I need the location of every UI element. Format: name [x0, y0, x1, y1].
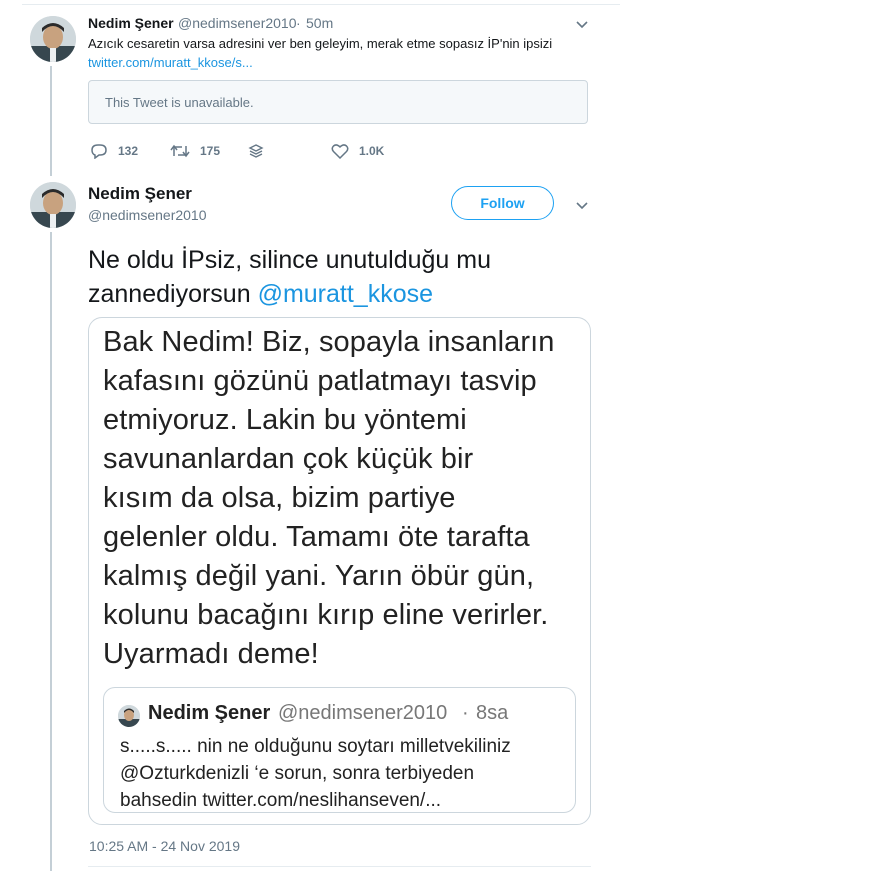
- mention-link[interactable]: @muratt_kkose: [258, 280, 433, 308]
- tweet-link[interactable]: twitter.com/muratt_kkose/s...: [88, 55, 253, 70]
- media-text-line: kafasını gözünü patlatmayı tasvip: [103, 365, 537, 397]
- chevron-down-icon[interactable]: [574, 198, 590, 214]
- retweet-count: 175: [200, 144, 221, 158]
- author-name[interactable]: Nedim Şener: [88, 15, 174, 31]
- thread-line-lower: [50, 232, 52, 871]
- media-text-line: Bak Nedim! Biz, sopayla insanların: [103, 326, 555, 358]
- bottom-divider: [88, 866, 591, 867]
- time-separator: ·: [296, 15, 301, 31]
- follow-button[interactable]: Follow: [451, 186, 554, 220]
- tweet-time[interactable]: 50m: [306, 15, 333, 31]
- stack-button[interactable]: [248, 143, 264, 159]
- quoted-time: 8sa: [476, 702, 509, 724]
- chevron-down-icon[interactable]: [574, 17, 590, 33]
- stack-icon: [248, 144, 264, 158]
- quoted-separator: ·: [462, 702, 469, 724]
- thread-line-upper: [50, 66, 52, 176]
- quoted-tweet-card: Nedim Şener @nedimsener2010 · 8sa s.....…: [103, 687, 576, 813]
- reply-icon: [91, 144, 107, 159]
- like-button[interactable]: 1.0K: [331, 143, 384, 159]
- media-text-line: kısım da olsa, bizim partiye: [103, 482, 456, 514]
- quoted-author-handle: @nedimsener2010: [278, 702, 448, 724]
- top-divider: [22, 4, 620, 5]
- author-handle[interactable]: @nedimsener2010: [178, 15, 297, 31]
- unavailable-tweet-card: This Tweet is unavailable.: [88, 80, 588, 124]
- avatar: [118, 705, 140, 727]
- avatar[interactable]: [30, 16, 76, 62]
- retweet-button[interactable]: 175: [170, 143, 220, 159]
- media-text-line: gelenler oldu. Tamamı öte tarafta: [103, 521, 530, 553]
- media-text-line: kalmış değil yani. Yarın öbür gün,: [103, 560, 535, 592]
- tweet-text-line2: zannediyorsun @muratt_kkose: [88, 277, 433, 311]
- quoted-text-line: @Ozturkdenizli ‘e sorun, sonra terbiyede…: [120, 763, 475, 784]
- right-blank-area: [620, 0, 880, 871]
- tweet-timestamp[interactable]: 10:25 AM - 24 Nov 2019: [89, 838, 240, 854]
- tweet-media-image[interactable]: Bak Nedim! Biz, sopayla insanların kafas…: [88, 317, 591, 825]
- retweet-icon: [170, 144, 190, 158]
- like-icon: [331, 144, 349, 159]
- reply-count: 132: [118, 144, 139, 158]
- tweet-text-line1: Ne oldu İPsiz, silince unutulduğu mu: [88, 246, 492, 274]
- tweet-text-line2-prefix: zannediyorsun: [88, 280, 258, 308]
- reply-button[interactable]: 132: [90, 143, 138, 159]
- unavailable-text: This Tweet is unavailable.: [105, 95, 254, 110]
- media-text-line: savunanlardan çok küçük bir: [103, 443, 474, 475]
- quoted-text-line: bahsedin twitter.com/neslihanseven/...: [120, 790, 442, 811]
- avatar[interactable]: [30, 182, 76, 228]
- like-count: 1.0K: [359, 144, 385, 158]
- media-text-line: Uyarmadı deme!: [103, 638, 319, 670]
- author-name[interactable]: Nedim Şener: [88, 184, 192, 204]
- media-text-line: etmiyoruz. Lakin bu yöntemi: [103, 404, 467, 436]
- quoted-author-name: Nedim Şener: [148, 702, 271, 724]
- tweet-text: Azıcık cesaretin varsa adresini ver ben …: [88, 36, 553, 51]
- quoted-text-line: s.....s..... nin ne olduğunu soytarı mil…: [120, 736, 511, 757]
- author-handle[interactable]: @nedimsener2010: [88, 207, 207, 223]
- media-text-line: kolunu bacağını kırıp eline verirler.: [103, 599, 549, 631]
